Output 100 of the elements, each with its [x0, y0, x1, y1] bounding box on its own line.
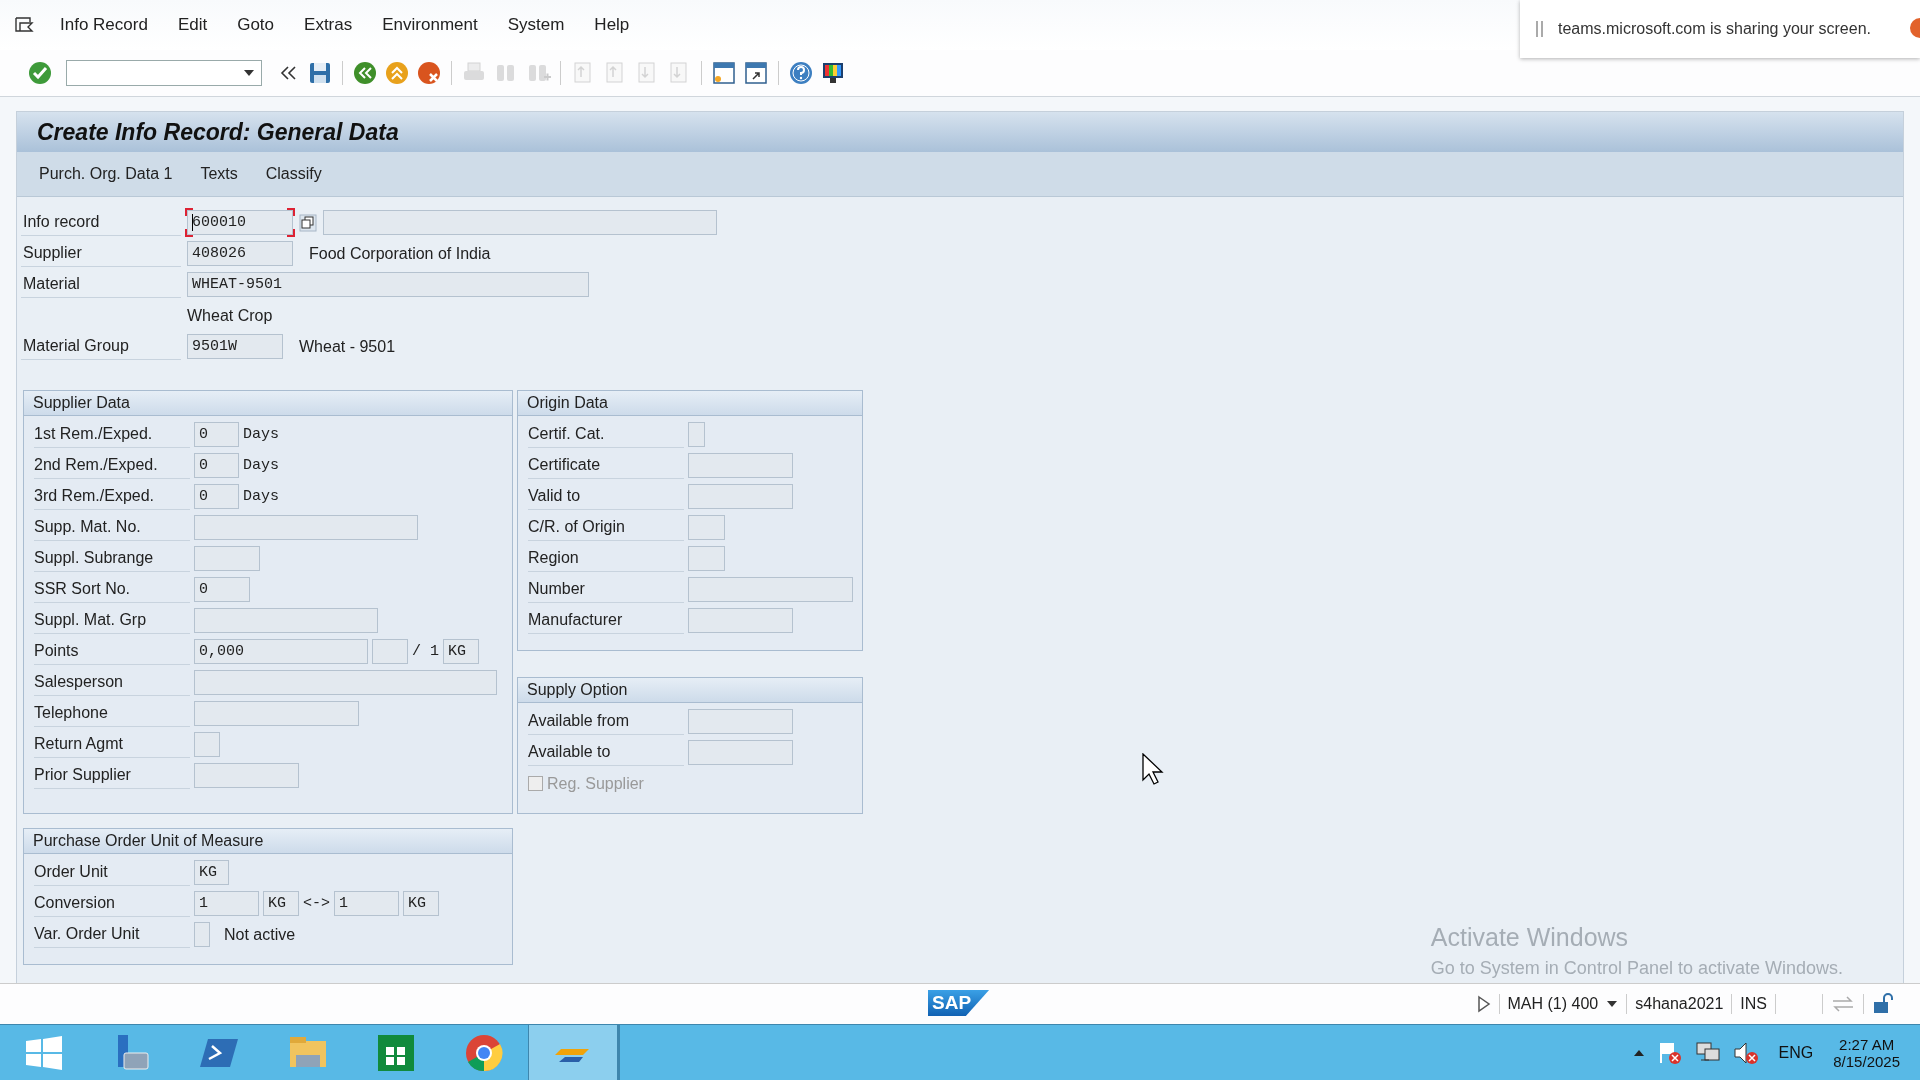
menu-item[interactable]: Info Record: [60, 15, 148, 35]
dropdown-icon[interactable]: [243, 69, 255, 77]
description-text: Not active: [224, 925, 296, 944]
field-label: Material Group: [21, 333, 181, 360]
input-field[interactable]: [688, 484, 793, 509]
field-label: 3rd Rem./Exped.: [34, 483, 190, 510]
input-field[interactable]: 0: [194, 422, 239, 447]
copy-icon[interactable]: [299, 213, 317, 232]
input-field[interactable]: KG: [194, 860, 229, 885]
field-label: 1st Rem./Exped.: [34, 421, 190, 448]
input-field[interactable]: [194, 515, 418, 540]
input-field[interactable]: 9501W: [187, 334, 283, 359]
input-field[interactable]: [688, 546, 725, 571]
input-field[interactable]: WHEAT-9501: [187, 272, 589, 297]
field-label: Suppl. Subrange: [34, 545, 190, 572]
system-dropdown[interactable]: MAH (1) 400: [1507, 995, 1619, 1013]
input-field[interactable]: 0: [194, 453, 239, 478]
input-field[interactable]: [194, 546, 260, 571]
input-field[interactable]: KG: [443, 639, 479, 664]
input-field[interactable]: 0: [194, 577, 250, 602]
field-label: Return Agmt: [34, 731, 190, 758]
caret-up-icon[interactable]: [1632, 1048, 1645, 1057]
input-field[interactable]: 408026: [187, 241, 293, 266]
language-indicator[interactable]: ENG: [1778, 1043, 1814, 1062]
unit-text: / 1: [412, 643, 439, 660]
sap-logo: SAP: [928, 990, 990, 1016]
speaker-muted-icon[interactable]: [1732, 1040, 1759, 1065]
field-label: Info record: [21, 209, 181, 236]
menu-icon[interactable]: [14, 16, 34, 34]
field-label: Var. Order Unit: [34, 921, 190, 948]
field-label: Valid to: [528, 483, 684, 510]
input-field[interactable]: 1: [194, 891, 259, 916]
unit-text: Days: [243, 457, 279, 474]
field-label: Material: [21, 271, 181, 298]
toolbar-button[interactable]: Purch. Org. Data 1: [39, 161, 173, 187]
input-field[interactable]: [688, 515, 725, 540]
description-text: Food Corporation of India: [309, 244, 491, 263]
transfer-icon[interactable]: [1831, 995, 1855, 1013]
activation-title: Activate Windows: [1430, 923, 1630, 952]
command-field[interactable]: [66, 60, 262, 86]
pause-icon[interactable]: [1536, 21, 1544, 37]
field-label: Available to: [528, 739, 684, 766]
input-field[interactable]: [323, 210, 717, 235]
field-label: Points: [34, 638, 190, 665]
input-field[interactable]: [688, 422, 705, 447]
input-field[interactable]: [194, 922, 210, 947]
input-field[interactable]: 600010: [187, 210, 293, 235]
input-field[interactable]: KG: [263, 891, 299, 916]
input-field[interactable]: [194, 701, 359, 726]
exit-icon[interactable]: [383, 59, 411, 87]
input-field[interactable]: [194, 763, 299, 788]
field-label: Prior Supplier: [34, 762, 190, 789]
unit-text: Days: [243, 426, 279, 443]
input-field[interactable]: [688, 608, 793, 633]
notification-text: teams.microsoft.com is sharing your screen.: [1558, 20, 1871, 38]
menu-item[interactable]: Extras: [304, 15, 353, 35]
input-field[interactable]: KG: [403, 891, 439, 916]
field-label: Certif. Cat.: [528, 421, 684, 448]
checkmark-icon[interactable]: [26, 59, 54, 87]
menu-item[interactable]: Goto: [237, 15, 275, 35]
clock-time[interactable]: 2:27 AM: [1839, 1035, 1895, 1053]
description-text: Wheat Crop: [187, 306, 273, 325]
shortcut-icon[interactable]: [742, 59, 770, 87]
input-field[interactable]: 1: [334, 891, 399, 916]
toolbar-button[interactable]: Texts: [200, 161, 238, 187]
field-label: Order Unit: [34, 859, 190, 886]
screen-title: Create Info Record: General Data: [37, 118, 399, 146]
input-field[interactable]: [194, 608, 378, 633]
field-label: Salesperson: [34, 669, 190, 696]
cursor-icon: [1142, 753, 1164, 785]
input-field[interactable]: [688, 740, 793, 765]
input-field[interactable]: 0: [194, 484, 239, 509]
input-field[interactable]: [688, 577, 853, 602]
input-field[interactable]: [688, 453, 793, 478]
help-icon[interactable]: [787, 59, 815, 87]
play-icon[interactable]: [1476, 995, 1491, 1013]
field-label: Suppl. Mat. Grp: [34, 607, 190, 634]
input-field[interactable]: [194, 732, 220, 757]
lock-icon[interactable]: [1872, 993, 1896, 1015]
server-name: s4hana2021: [1635, 995, 1724, 1013]
checkbox-label: Reg. Supplier: [547, 774, 644, 793]
menu-item[interactable]: Environment: [382, 15, 478, 35]
toolbar-button[interactable]: Classify: [265, 161, 322, 187]
unit-text: <->: [303, 895, 330, 912]
input-mode: INS: [1740, 995, 1767, 1013]
input-field[interactable]: [372, 639, 408, 664]
cancel-icon[interactable]: [415, 59, 443, 87]
input-field[interactable]: 0,000: [194, 639, 368, 664]
description-text: Wheat - 9501: [299, 337, 396, 356]
menu-item[interactable]: System: [507, 15, 565, 35]
window-icon[interactable]: [710, 59, 738, 87]
dropdown-icon[interactable]: [1606, 1000, 1619, 1008]
clock-date[interactable]: 8/15/2025: [1833, 1052, 1900, 1070]
menu-item[interactable]: Edit: [177, 15, 208, 35]
back-icon[interactable]: [351, 59, 379, 87]
input-field[interactable]: [194, 670, 497, 695]
input-field[interactable]: [688, 709, 793, 734]
menu-item[interactable]: Help: [594, 15, 630, 35]
activation-text: Go to System in Control Panel to activate Windows.: [1430, 958, 1843, 979]
app-icon[interactable]: [528, 1025, 620, 1080]
